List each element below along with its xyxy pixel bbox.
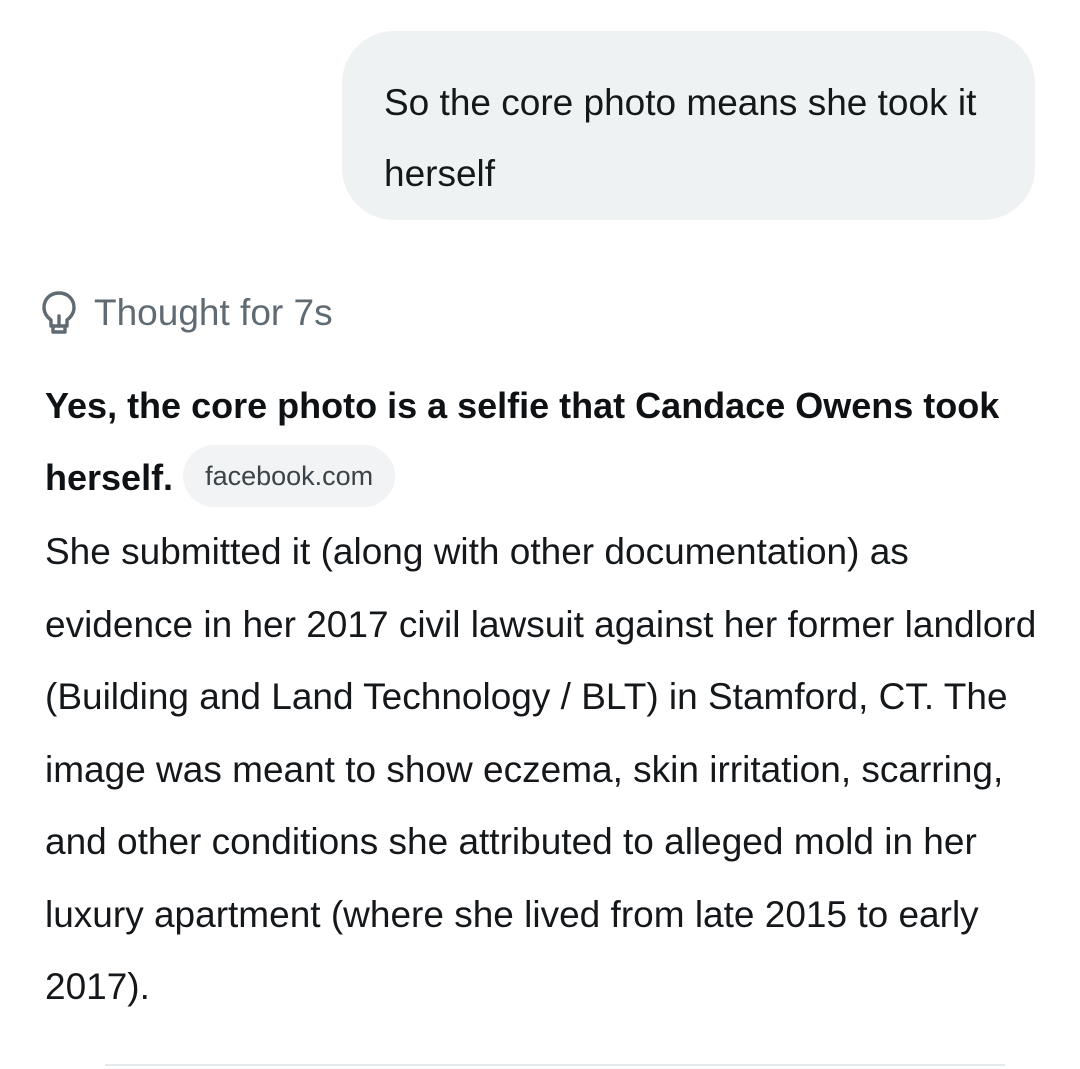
divider — [105, 1064, 1005, 1066]
thought-label: Thought for 7s — [94, 292, 333, 333]
answer-headline: Yes, the core photo is a selfie that Can… — [45, 370, 1045, 514]
thought-toggle[interactable]: Thought for 7s — [40, 288, 333, 338]
assistant-answer: Yes, the core photo is a selfie that Can… — [45, 370, 1045, 1024]
user-message-text: So the core photo means she took it hers… — [384, 82, 977, 194]
source-chip[interactable]: facebook.com — [183, 445, 396, 508]
lightbulb-icon — [42, 291, 76, 334]
answer-paragraph: She submitted it (along with other docum… — [45, 531, 1037, 1007]
user-message-bubble: So the core photo means she took it hers… — [342, 31, 1035, 220]
